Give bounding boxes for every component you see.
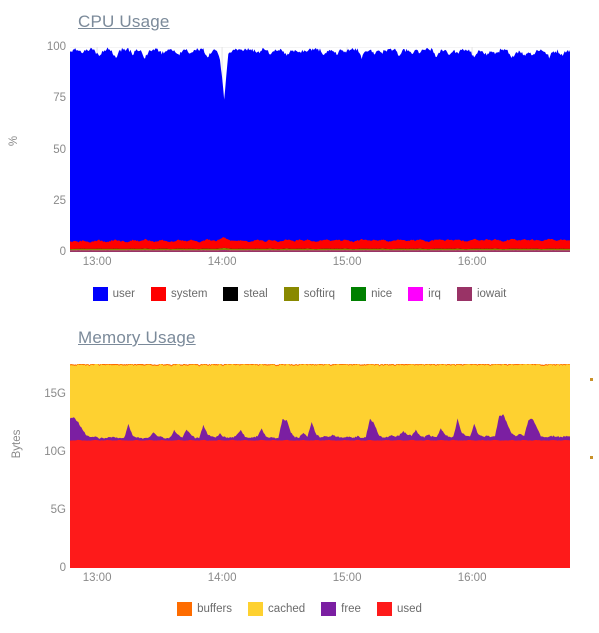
memory-y-axis: 15G 10G 5G 0 [0,364,66,574]
legend-swatch-icon [248,602,264,616]
legend-label: softirq [303,288,336,300]
legend-swatch-icon [376,602,392,616]
legend-label: nice [371,288,393,300]
dashboard-page: CPU Usage 100 75 50 25 0 % 13:00 14:00 15:00 16… [0,0,599,633]
legend-item-steal[interactable]: steal [223,287,268,301]
y-axis-tick-label: 25 [53,194,66,207]
cpu-x-axis: 13:00 14:00 15:00 16:00 [70,256,570,274]
edge-tick-upper [590,378,593,381]
legend-item-free[interactable]: free [321,602,361,616]
series-area-used [70,439,570,568]
legend-item-system[interactable]: system [151,287,207,301]
legend-label: used [396,603,422,615]
x-axis-tick-label: 16:00 [457,572,487,584]
memory-area-chart [70,364,570,568]
memory-y-axis-label: Bytes [11,429,23,459]
y-axis-tick-label: 75 [53,92,66,105]
legend-label: steal [243,288,268,300]
legend-label: free [341,603,361,615]
legend-swatch-icon [283,287,299,301]
memory-chart-title[interactable]: Memory Usage [78,328,196,348]
memory-edge-marks [577,316,599,633]
legend-item-iowait[interactable]: iowait [456,287,507,301]
x-axis-tick-label: 15:00 [332,572,362,584]
legend-item-softirq[interactable]: softirq [283,287,336,301]
cpu-area-chart [70,47,570,252]
legend-label: system [171,288,208,300]
legend-label: buffers [197,603,233,615]
x-axis-tick-label: 13:00 [82,256,112,268]
legend-swatch-icon [351,287,367,301]
memory-plot-area[interactable] [70,364,570,568]
legend-label: user [112,288,136,300]
cpu-plot-area[interactable] [70,47,570,252]
edge-tick-lower [590,456,593,459]
legend-swatch-icon [177,602,193,616]
legend-swatch-icon [223,287,239,301]
cpu-chart-title[interactable]: CPU Usage [78,12,170,32]
legend-swatch-icon [92,287,108,301]
cpu-y-axis-label: % [8,135,20,147]
legend-label: cached [268,603,306,615]
memory-usage-panel: Memory Usage 15G 10G 5G 0 Bytes 13:00 14:00 1… [0,316,599,633]
legend-item-user[interactable]: user [92,287,136,301]
y-axis-tick-label: 0 [59,246,66,258]
legend-item-nice[interactable]: nice [351,287,392,301]
y-axis-tick-label: 100 [46,41,66,53]
x-axis-tick-label: 16:00 [457,256,487,268]
legend-label: irq [428,288,441,300]
cpu-usage-panel: CPU Usage 100 75 50 25 0 % 13:00 14:00 15:00 16… [0,0,599,316]
x-axis-tick-label: 13:00 [82,572,112,584]
y-axis-tick-label: 0 [59,562,66,574]
series-area-user [70,47,570,252]
legend-swatch-icon [321,602,337,616]
legend-swatch-icon [408,287,424,301]
cpu-legend: user system steal softirq nice irq iowait [0,287,599,301]
legend-item-cached[interactable]: cached [248,602,305,616]
memory-legend: buffers cached free used [0,602,599,616]
x-axis-tick-label: 14:00 [207,572,237,584]
legend-item-irq[interactable]: irq [408,287,441,301]
legend-swatch-icon [151,287,167,301]
memory-x-axis: 13:00 14:00 15:00 16:00 [70,572,570,590]
x-axis-tick-label: 15:00 [332,256,362,268]
legend-label: iowait [476,288,507,300]
legend-item-used[interactable]: used [376,602,422,616]
y-axis-tick-label: 15G [44,388,66,401]
legend-swatch-icon [456,287,472,301]
y-axis-tick-label: 5G [50,504,66,517]
x-axis-tick-label: 14:00 [207,256,237,268]
legend-item-buffers[interactable]: buffers [177,602,232,616]
